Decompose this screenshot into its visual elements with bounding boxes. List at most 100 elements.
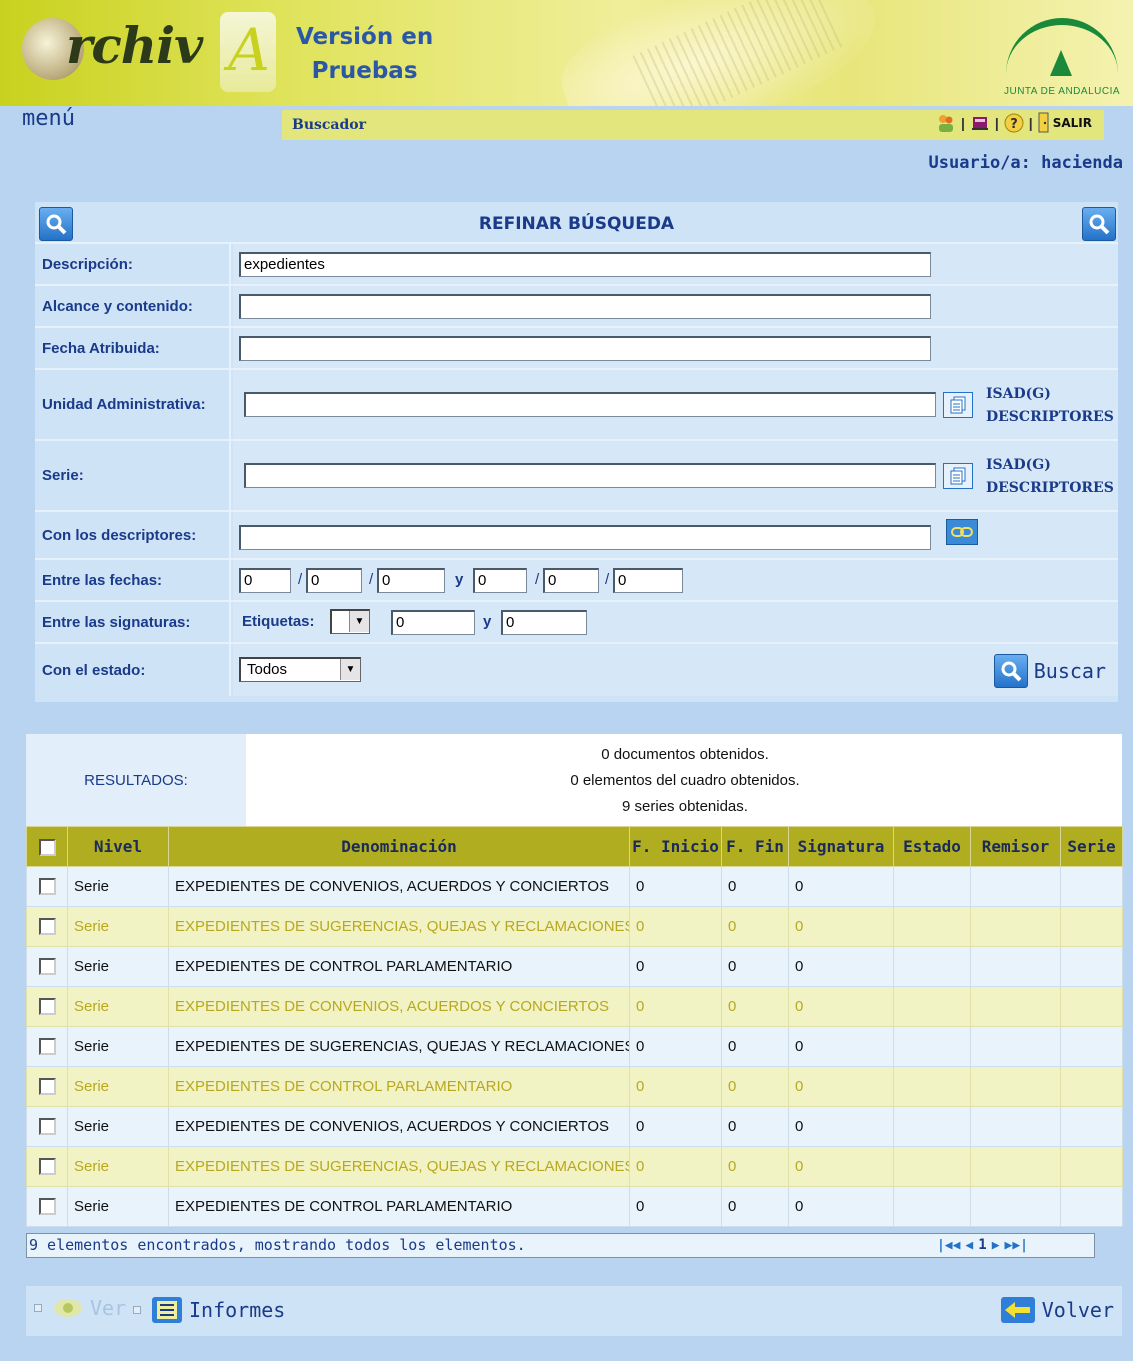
cell-denominacion: EXPEDIENTES DE CONVENIOS, ACUERDOS Y CON… (168, 1106, 630, 1147)
fecha-desde-anio[interactable]: 0 (377, 568, 445, 593)
row-descripcion: Descripción: expedientes (35, 242, 1118, 284)
serie-input[interactable] (244, 463, 936, 488)
buscar-button[interactable]: Buscar (993, 654, 1106, 688)
row-checkbox[interactable] (26, 1066, 68, 1107)
isadg-link[interactable]: ISAD(G) (986, 383, 1114, 406)
cell-nivel: Serie (67, 1146, 169, 1187)
table-row[interactable]: Serie EXPEDIENTES DE SUGERENCIAS, QUEJAS … (26, 1026, 1123, 1067)
cell-denominacion: EXPEDIENTES DE CONTROL PARLAMENTARIO (168, 1186, 630, 1227)
book-icon[interactable] (969, 112, 991, 134)
table-header-row: Nivel Denominación F. Inicio F. Fin Sign… (26, 826, 1123, 867)
isadg-link[interactable]: ISAD(G) (986, 454, 1114, 477)
fecha-atribuida-input[interactable] (239, 336, 931, 361)
estado-select[interactable]: Todos ▼ (239, 657, 361, 682)
first-page-icon[interactable]: |◀◀ (937, 1234, 960, 1257)
fecha-hasta-dia[interactable]: 0 (473, 568, 527, 593)
row-checkbox[interactable] (26, 1026, 68, 1067)
volver-button[interactable]: Volver (1000, 1296, 1114, 1324)
table-row[interactable]: Serie EXPEDIENTES DE CONTROL PARLAMENTARI… (26, 1066, 1123, 1107)
table-row[interactable]: Serie EXPEDIENTES DE SUGERENCIAS, QUEJAS … (26, 1146, 1123, 1187)
descriptores-input[interactable] (239, 525, 931, 550)
row-checkbox[interactable] (26, 1146, 68, 1187)
header-toolbar: | | ? | SALIR (935, 112, 1092, 134)
cell-serie (1060, 946, 1123, 987)
col-serie[interactable]: Serie (1060, 826, 1123, 867)
fecha-desde-mes[interactable]: 0 (306, 568, 362, 593)
help-icon[interactable]: ? (1003, 112, 1025, 134)
row-fechas: Entre las fechas: 0 / 0 / 0 y 0 / 0 / 0 (35, 558, 1118, 600)
fecha-desde-dia[interactable]: 0 (239, 568, 291, 593)
cell-f-inicio: 0 (629, 1026, 722, 1067)
etiquetas-select[interactable]: ▼ (330, 609, 370, 634)
table-row[interactable]: Serie EXPEDIENTES DE CONVENIOS, ACUERDOS … (26, 1106, 1123, 1147)
col-f-inicio[interactable]: F. Inicio (629, 826, 722, 867)
estado-label: Con el estado: (35, 644, 231, 696)
row-checkbox[interactable] (26, 1106, 68, 1147)
cell-remisor (970, 986, 1061, 1027)
user-group-icon[interactable] (935, 112, 957, 134)
archiva-logo: rchiv A (22, 12, 276, 92)
col-remisor[interactable]: Remisor (970, 826, 1061, 867)
report-icon (152, 1297, 182, 1323)
fecha-hasta-mes[interactable]: 0 (543, 568, 599, 593)
row-checkbox[interactable] (26, 906, 68, 947)
cell-f-fin: 0 (721, 1026, 789, 1067)
view-eye-icon (54, 1299, 82, 1317)
fechas-label: Entre las fechas: (35, 560, 231, 600)
cell-serie (1060, 906, 1123, 947)
cell-f-fin: 0 (721, 1066, 789, 1107)
cell-denominacion: EXPEDIENTES DE CONTROL PARLAMENTARIO (168, 946, 630, 987)
table-row[interactable]: Serie EXPEDIENTES DE CONTROL PARLAMENTARI… (26, 946, 1123, 987)
alcance-input[interactable] (239, 294, 931, 319)
select-all-checkbox[interactable] (26, 826, 68, 867)
signatura-hasta-input[interactable]: 0 (501, 610, 587, 635)
results-count-text: 9 elementos encontrados, mostrando todos… (29, 1236, 526, 1254)
table-row[interactable]: Serie EXPEDIENTES DE SUGERENCIAS, QUEJAS … (26, 906, 1123, 947)
pagination: |◀◀ ◀ 1 ▶ ▶▶| (937, 1234, 1028, 1257)
cell-signatura: 0 (788, 986, 894, 1027)
prev-page-icon[interactable]: ◀ (965, 1234, 973, 1257)
table-row[interactable]: Serie EXPEDIENTES DE CONVENIOS, ACUERDOS … (26, 986, 1123, 1027)
ver-button[interactable]: Ver (34, 1296, 126, 1320)
col-signatura[interactable]: Signatura (788, 826, 894, 867)
cell-nivel: Serie (67, 866, 169, 907)
search-icon[interactable] (39, 207, 73, 241)
cell-f-fin: 0 (721, 906, 789, 947)
results-summary: RESULTADOS: 0 documentos obtenidos. 0 el… (26, 734, 1122, 826)
row-checkbox[interactable] (26, 1186, 68, 1227)
col-nivel[interactable]: Nivel (67, 826, 169, 867)
descriptores-link[interactable]: DESCRIPTORES (986, 406, 1114, 429)
unidad-links: ISAD(G) DESCRIPTORES (986, 383, 1114, 429)
menu-link[interactable]: menú (22, 106, 75, 131)
col-f-fin[interactable]: F. Fin (721, 826, 789, 867)
row-checkbox[interactable] (26, 866, 68, 907)
search-icon[interactable] (1082, 207, 1116, 241)
unidad-label: Unidad Administrativa: (35, 370, 231, 439)
col-estado[interactable]: Estado (893, 826, 971, 867)
col-denominacion[interactable]: Denominación (168, 826, 630, 867)
cell-f-fin: 0 (721, 1146, 789, 1187)
last-page-icon[interactable]: ▶▶| (1005, 1234, 1028, 1257)
link-chain-icon[interactable] (946, 519, 978, 545)
descriptores-link[interactable]: DESCRIPTORES (986, 477, 1114, 500)
row-fecha-atribuida: Fecha Atribuida: (35, 326, 1118, 368)
document-list-icon[interactable] (943, 392, 973, 418)
section-title: Buscador (292, 117, 366, 133)
chevron-down-icon: ▼ (340, 659, 360, 680)
table-row[interactable]: Serie EXPEDIENTES DE CONVENIOS, ACUERDOS … (26, 866, 1123, 907)
row-checkbox[interactable] (26, 946, 68, 987)
row-alcance: Alcance y contenido: (35, 284, 1118, 326)
descripcion-input[interactable]: expedientes (239, 252, 931, 277)
row-checkbox[interactable] (26, 986, 68, 1027)
next-page-icon[interactable]: ▶ (992, 1234, 1000, 1257)
document-list-icon[interactable] (943, 463, 973, 489)
unidad-input[interactable] (244, 392, 936, 417)
signatura-desde-input[interactable]: 0 (391, 610, 475, 635)
fecha-hasta-anio[interactable]: 0 (613, 568, 683, 593)
logout-button[interactable]: SALIR (1037, 112, 1092, 134)
cell-remisor (970, 1066, 1061, 1107)
informes-button[interactable]: Informes (133, 1296, 285, 1324)
table-row[interactable]: Serie EXPEDIENTES DE CONTROL PARLAMENTARI… (26, 1186, 1123, 1227)
cell-signatura: 0 (788, 1146, 894, 1187)
cell-estado (893, 866, 971, 907)
